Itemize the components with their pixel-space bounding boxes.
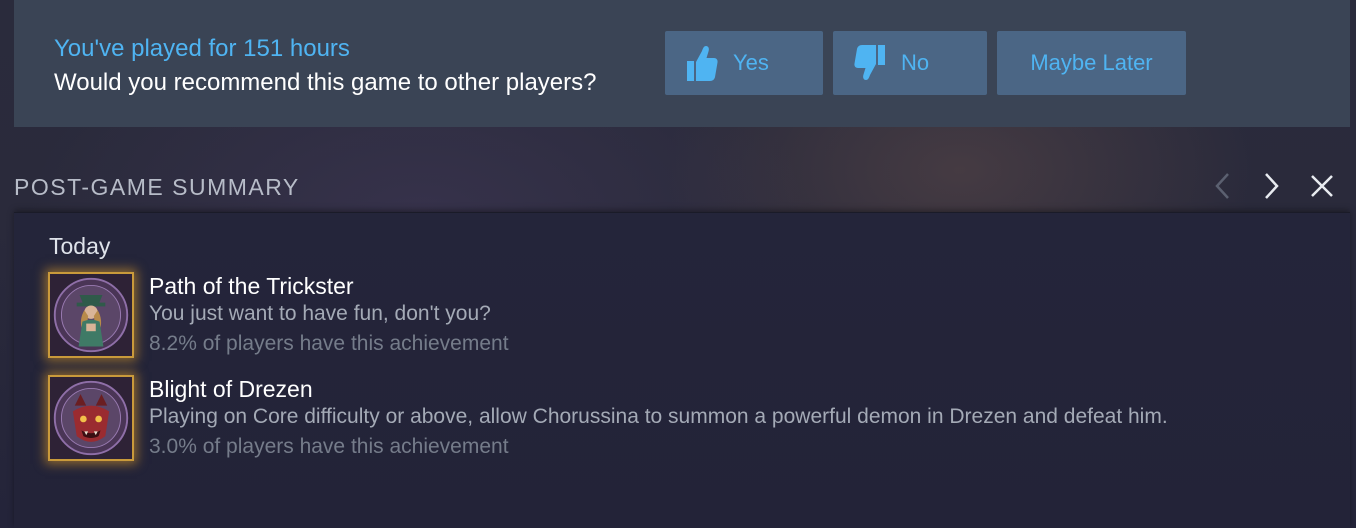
review-prompt-banner: You've played for 151 hours Would you re… bbox=[14, 0, 1350, 127]
trickster-achievement-icon bbox=[48, 272, 134, 358]
close-button[interactable] bbox=[1306, 170, 1338, 202]
achievement-rarity: 8.2% of players have this achievement bbox=[149, 332, 509, 355]
day-label: Today bbox=[49, 233, 111, 259]
previous-button[interactable] bbox=[1207, 170, 1239, 202]
achievement-description: Playing on Core difficulty or above, all… bbox=[149, 405, 1168, 428]
chevron-left-icon bbox=[1215, 173, 1229, 199]
achievement-rarity: 3.0% of players have this achievement bbox=[149, 435, 509, 458]
recommend-yes-label: Yes bbox=[733, 50, 769, 75]
post-game-summary-title: POST-GAME SUMMARY bbox=[14, 174, 300, 200]
achievement-name: Path of the Trickster bbox=[149, 273, 354, 299]
achievement-item[interactable]: Blight of Drezen Playing on Core difficu… bbox=[48, 375, 1338, 465]
maybe-later-label: Maybe Later bbox=[1030, 50, 1153, 75]
next-button[interactable] bbox=[1255, 170, 1287, 202]
playtime-text: You've played for 151 hours bbox=[54, 35, 350, 62]
recommend-question: Would you recommend this game to other p… bbox=[54, 69, 597, 96]
thumbs-down-icon bbox=[853, 43, 887, 83]
review-prompt-text: You've played for 151 hours Would you re… bbox=[54, 34, 597, 98]
recommend-no-label: No bbox=[901, 50, 930, 75]
demon-achievement-icon bbox=[48, 375, 134, 461]
thumbs-up-icon bbox=[685, 43, 719, 83]
close-icon bbox=[1311, 175, 1333, 197]
post-game-summary-panel: Today Path of the Trickster You just wan… bbox=[14, 212, 1350, 528]
recommend-no-button[interactable]: No bbox=[833, 31, 987, 95]
maybe-later-button[interactable]: Maybe Later bbox=[997, 31, 1186, 95]
chevron-right-icon bbox=[1265, 173, 1279, 199]
achievement-item[interactable]: Path of the Trickster You just want to h… bbox=[48, 272, 1338, 362]
achievement-description: You just want to have fun, don't you? bbox=[149, 302, 491, 325]
recommend-yes-button[interactable]: Yes bbox=[665, 31, 823, 95]
achievement-name: Blight of Drezen bbox=[149, 376, 313, 402]
